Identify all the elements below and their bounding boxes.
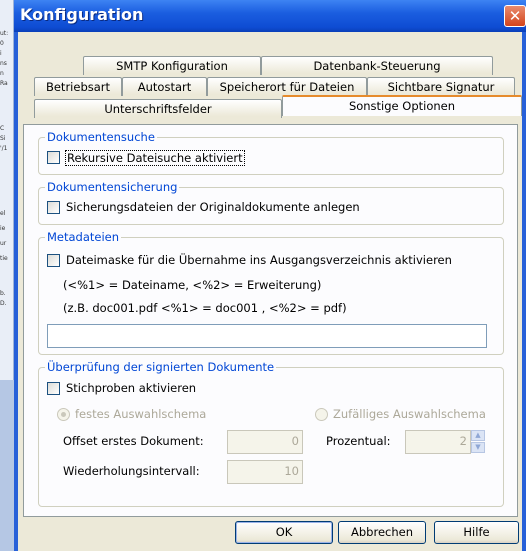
checkbox-label[interactable]: Stichproben aktivieren bbox=[66, 381, 196, 395]
percent-value: 2 bbox=[459, 434, 467, 448]
tab-unterschriftsfelder[interactable]: Unterschriftsfelder bbox=[34, 99, 282, 118]
tab-label: Speicherort für Dateien bbox=[219, 80, 355, 94]
tab-label: Sichtbare Signatur bbox=[387, 80, 495, 94]
tab-sonstige-optionen[interactable]: Sonstige Optionen bbox=[282, 95, 522, 116]
checkbox-stichproben[interactable] bbox=[47, 382, 60, 395]
legend-dokumentensuche: Dokumentensuche bbox=[45, 130, 157, 144]
checkbox-rekursive-suche[interactable] bbox=[47, 151, 60, 164]
percent-spinner[interactable]: ▲ ▼ bbox=[471, 430, 485, 454]
interval-value: 10 bbox=[284, 464, 299, 478]
tab-betriebsart[interactable]: Betriebsart bbox=[34, 77, 122, 96]
checkbox-label[interactable]: Dateimaske für die Übernahme ins Ausgang… bbox=[66, 253, 452, 267]
radio-label-festes[interactable]: festes Auswahlschema bbox=[75, 407, 206, 421]
group-ueberpruefung: Überprüfung der signierten Dokumente Sti… bbox=[38, 360, 504, 507]
radio-festes-schema[interactable] bbox=[57, 408, 70, 421]
tab-label: Autostart bbox=[137, 80, 192, 94]
tab-label: Sonstige Optionen bbox=[348, 99, 456, 113]
title-bar[interactable]: Konfiguration ✕ bbox=[14, 0, 526, 32]
tab-label: Unterschriftsfelder bbox=[104, 102, 212, 116]
group-metadateien: Metadateien Dateimaske für die Übernahme… bbox=[38, 230, 504, 355]
spin-up-icon[interactable]: ▲ bbox=[471, 430, 485, 441]
hint-example: (z.B. doc001.pdf <%1> = doc001 , <%2> = … bbox=[63, 301, 347, 315]
ok-button[interactable]: OK bbox=[235, 521, 333, 544]
tab-speicherort[interactable]: Speicherort für Dateien bbox=[207, 77, 367, 96]
legend-dokumentensicherung: Dokumentensicherung bbox=[45, 180, 180, 194]
config-dialog: Konfiguration ✕ SMTP Konfiguration Daten… bbox=[14, 0, 526, 551]
interval-label: Wiederholungsintervall: bbox=[63, 464, 200, 478]
tab-smtp[interactable]: SMTP Konfiguration bbox=[83, 56, 261, 75]
offset-input[interactable]: 0 bbox=[227, 430, 303, 454]
percent-input[interactable]: 2 bbox=[405, 430, 471, 454]
radio-selected-dot bbox=[61, 412, 66, 417]
checkbox-label[interactable]: Rekursive Dateisuche aktiviert bbox=[65, 150, 245, 166]
tab-label: SMTP Konfiguration bbox=[116, 59, 228, 73]
checkbox-dateimaske[interactable] bbox=[47, 254, 60, 267]
dateimaske-input[interactable] bbox=[47, 324, 487, 348]
close-icon: ✕ bbox=[508, 7, 522, 25]
radio-zufaelliges-schema[interactable] bbox=[315, 408, 328, 421]
group-dokumentensuche: Dokumentensuche Rekursive Dateisuche akt… bbox=[38, 130, 504, 175]
percent-label: Prozentual: bbox=[326, 434, 391, 448]
close-button[interactable]: ✕ bbox=[504, 5, 526, 27]
checkbox-label[interactable]: Sicherungsdateien der Originaldokumente … bbox=[66, 200, 360, 214]
group-dokumentensicherung: Dokumentensicherung Sicherungsdateien de… bbox=[38, 180, 504, 225]
interval-input[interactable]: 10 bbox=[227, 460, 303, 484]
spin-down-icon[interactable]: ▼ bbox=[471, 442, 485, 453]
offset-value: 0 bbox=[291, 434, 299, 448]
checkbox-sicherungsdateien[interactable] bbox=[47, 201, 60, 214]
help-button[interactable]: Hilfe bbox=[434, 521, 519, 544]
cancel-button[interactable]: Abbrechen bbox=[338, 521, 426, 544]
hint-placeholders: (<%1> = Dateiname, <%2> = Erweiterung) bbox=[63, 278, 322, 292]
radio-label-zufaelliges[interactable]: Zufälliges Auswahlschema bbox=[333, 407, 486, 421]
tab-label: Datenbank-Steuerung bbox=[313, 59, 441, 73]
tab-datenbank[interactable]: Datenbank-Steuerung bbox=[261, 56, 493, 75]
tab-sichtbare-signatur[interactable]: Sichtbare Signatur bbox=[367, 77, 515, 96]
tab-autostart[interactable]: Autostart bbox=[122, 77, 207, 96]
offset-label: Offset erstes Dokument: bbox=[63, 434, 204, 448]
dialog-client-area: SMTP Konfiguration Datenbank-Steuerung B… bbox=[18, 32, 522, 551]
legend-ueberpruefung: Überprüfung der signierten Dokumente bbox=[45, 360, 277, 374]
tab-panel-sonstige-optionen: Dokumentensuche Rekursive Dateisuche akt… bbox=[23, 124, 518, 517]
dialog-title: Konfiguration bbox=[20, 5, 144, 24]
tab-label: Betriebsart bbox=[45, 80, 111, 94]
legend-metadateien: Metadateien bbox=[45, 230, 122, 244]
background-area bbox=[0, 380, 14, 551]
